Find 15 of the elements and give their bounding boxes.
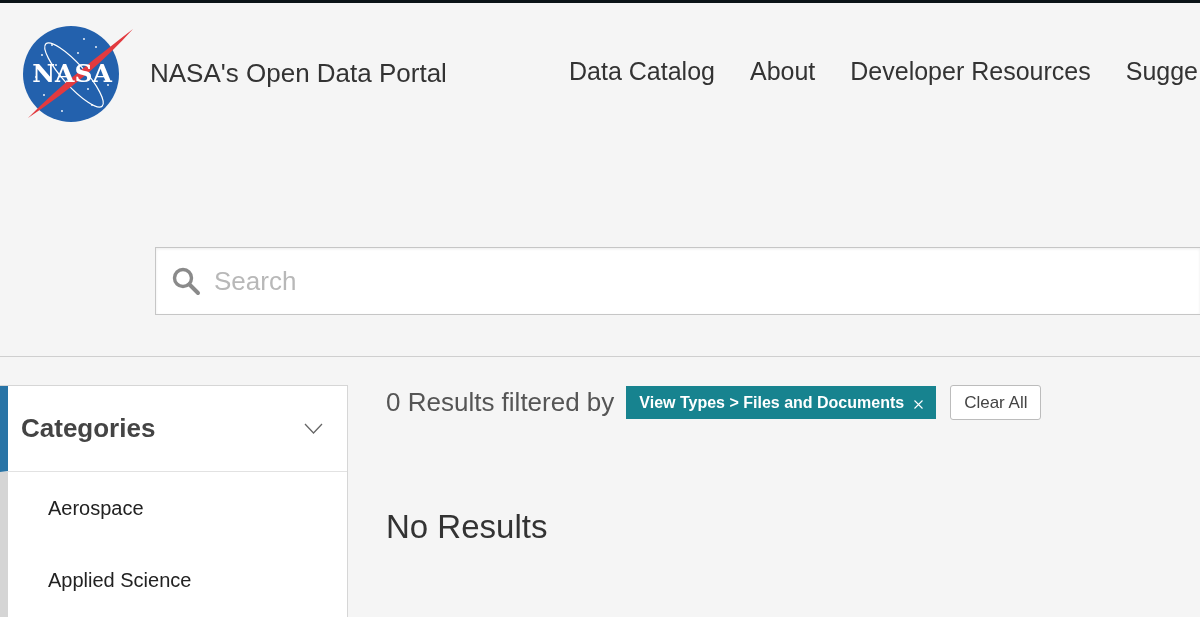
empty-results-message: No Results: [386, 508, 548, 546]
nav-link[interactable]: Data Catalog: [569, 56, 715, 86]
search-icon: [171, 266, 201, 296]
search-field[interactable]: Search: [155, 247, 1200, 315]
category-item[interactable]: Applied Science: [8, 544, 347, 616]
results-summary: 0 Results filtered by: [386, 387, 615, 418]
nav-link[interactable]: Developer Resources: [850, 56, 1091, 86]
nav-link[interactable]: About: [749, 56, 816, 86]
filter-tag[interactable]: View Types > Files and Documents: [626, 386, 937, 419]
category-item[interactable]: Aerospace: [8, 472, 347, 544]
clear-all-button[interactable]: Clear All: [950, 385, 1042, 420]
nav-link[interactable]: Sugge: [1125, 56, 1198, 86]
section-header[interactable]: Categories: [0, 386, 347, 472]
site-title: NASA's Open Data Portal: [150, 58, 447, 88]
close-icon: [914, 399, 924, 409]
